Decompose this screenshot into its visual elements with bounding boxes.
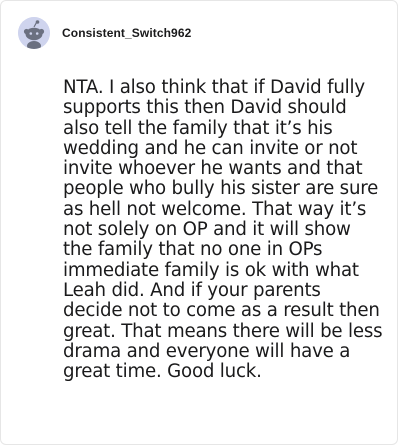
comment-author[interactable]: Consistent_Switch962 xyxy=(62,26,191,40)
comment-card: Consistent_Switch962 NTA. I also think t… xyxy=(0,0,398,445)
comment-body: NTA. I also think that if David fully su… xyxy=(63,77,383,383)
comment-header: Consistent_Switch962 xyxy=(18,17,191,49)
avatar[interactable] xyxy=(18,17,50,49)
snoo-avatar-icon xyxy=(18,17,50,49)
